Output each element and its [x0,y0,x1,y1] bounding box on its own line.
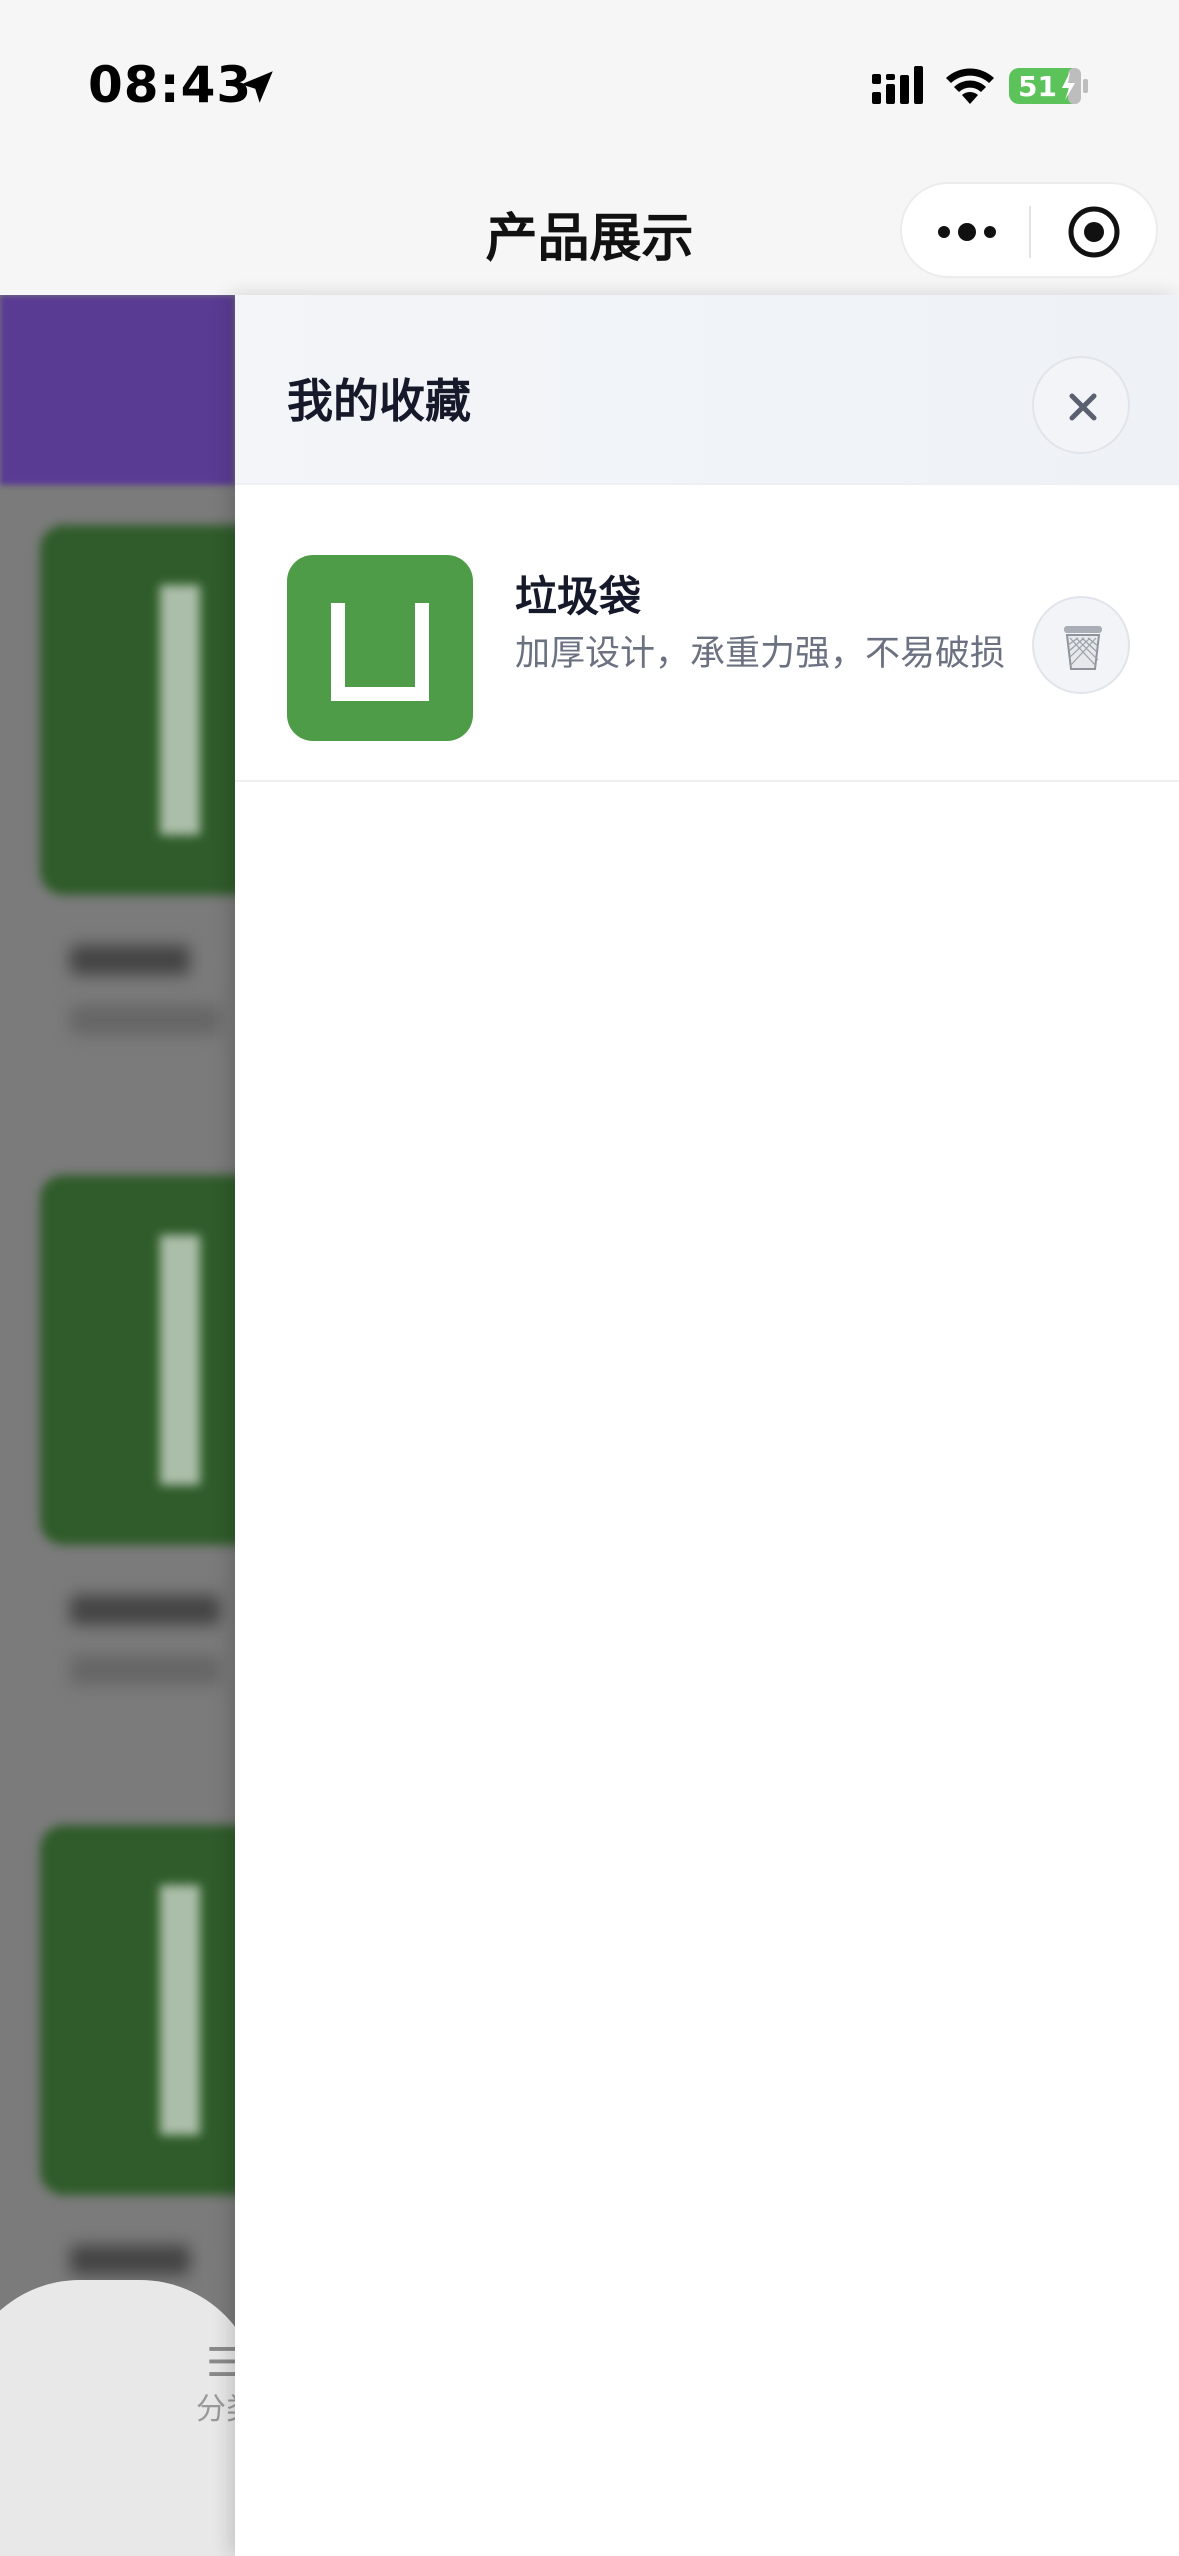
status-bar: 08:43 51 [0,0,1179,170]
status-time: 08:43 [88,56,253,114]
nav-bar: 产品展示 [0,170,1179,295]
background-product-card [40,525,235,895]
battery-level: 51 [1018,70,1057,103]
background-text [70,2245,190,2275]
more-dots-icon[interactable] [932,208,1002,256]
background-product-card [40,1825,235,2195]
delete-favorite-button[interactable] [1032,596,1130,694]
capsule-divider [1029,206,1031,258]
background-banner [0,295,235,485]
favorite-item-name: 垃圾袋 [515,572,642,621]
favorites-drawer: 我的收藏 垃圾袋 加厚设计，承重力强，不易破损 [235,295,1179,2556]
mini-program-capsule [900,182,1158,278]
drawer-header: 我的收藏 [235,295,1179,485]
background-text [70,945,190,975]
background-product-card [40,1175,235,1545]
cellular-signal-icon [872,66,923,104]
product-logo-icon [331,603,429,701]
background-text [70,1005,220,1035]
close-button[interactable] [1032,356,1130,454]
wifi-icon [946,68,994,104]
trash-icon [1064,626,1102,670]
favorite-item-description: 加厚设计，承重力强，不易破损 [515,634,1006,674]
favorite-item[interactable]: 垃圾袋 加厚设计，承重力强，不易破损 [235,485,1179,782]
background-text [70,1655,220,1685]
product-thumbnail [287,555,473,741]
location-arrow-icon [241,71,273,103]
close-icon [1069,393,1097,421]
target-circle-icon[interactable] [1066,204,1122,260]
drawer-title: 我的收藏 [287,374,471,428]
background-text [70,1595,220,1625]
background-product-page [0,295,235,2556]
